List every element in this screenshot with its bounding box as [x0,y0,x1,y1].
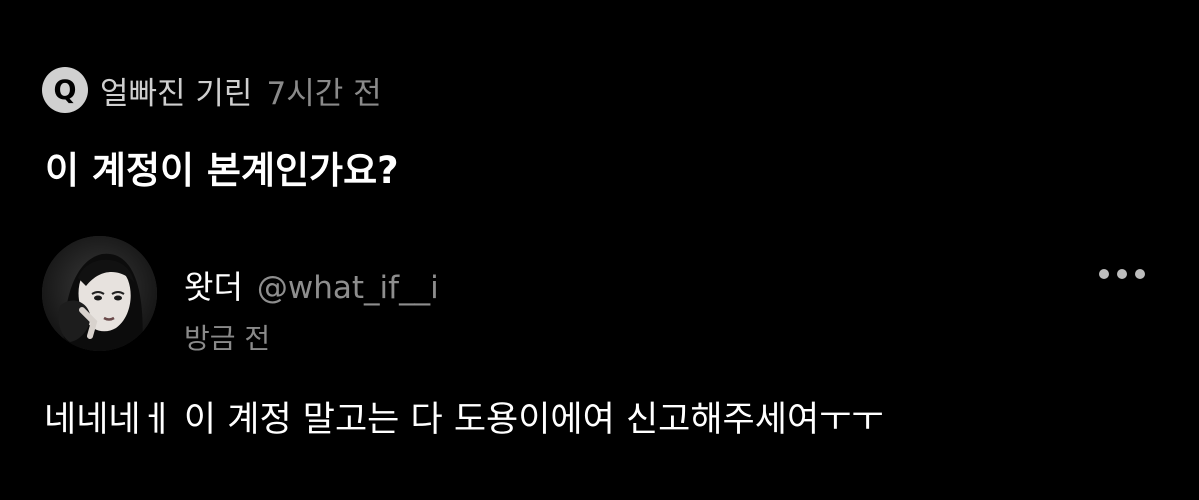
question-text: 이 계정이 본계인가요? [45,149,399,192]
more-dot [1135,269,1145,279]
question-timestamp: 7시간 전 [266,75,382,112]
reply-text: 네네네ㅔ 이 계정 말고는 다 도용이에여 신고해주세여ㅜㅜ [44,400,884,440]
profile-avatar-image [42,236,157,351]
user-handle[interactable]: @what_if__i [257,270,439,306]
avatar[interactable] [42,236,157,351]
reply-timestamp: 방금 전 [184,322,271,355]
question-author[interactable]: 얼빠진 기린 [100,68,252,113]
question-header: Q 얼빠진 기린 7시간 전 [42,66,382,114]
display-name[interactable]: 왓더 [184,262,243,308]
more-horizontal-icon[interactable] [1099,266,1145,282]
reply-author-row: 왓더 @what_if__i [184,262,439,308]
question-badge-icon: Q [42,67,88,113]
more-dot [1117,269,1127,279]
more-dot [1099,269,1109,279]
